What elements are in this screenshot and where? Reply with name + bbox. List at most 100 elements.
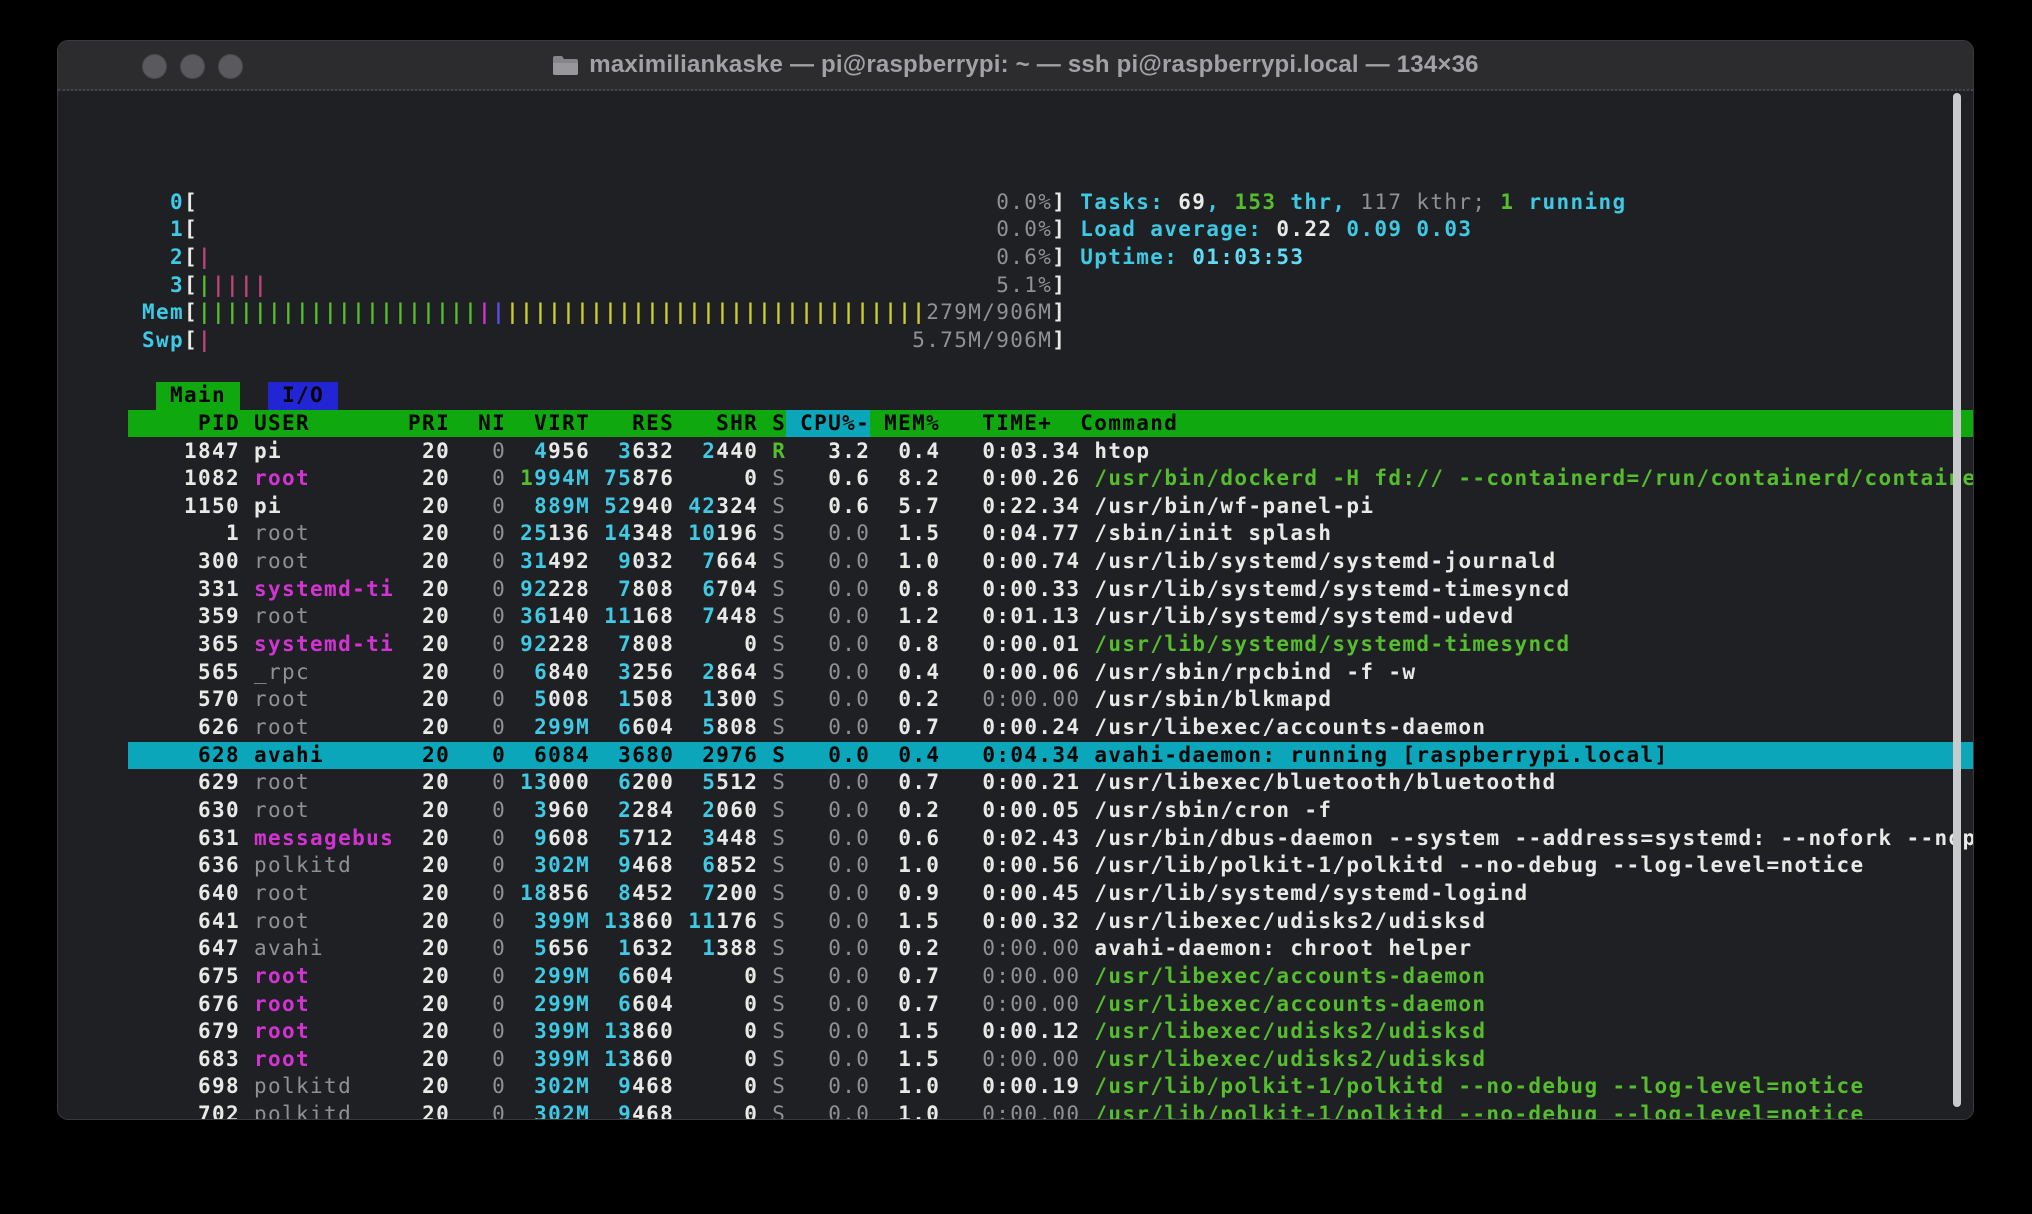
time-cell: 0:00.33 (940, 576, 1080, 604)
process-row[interactable]: 629 root 20 0 13000 6200 5512 S 0.0 0.7 … (142, 769, 1556, 797)
nice-cell: 0 (450, 438, 506, 466)
pad (240, 991, 254, 1019)
process-row[interactable]: 331 systemd-ti 20 0 92228 7808 6704 S 0.… (142, 576, 1570, 604)
time-cell: 0:00.00 (940, 1046, 1080, 1074)
tab-io[interactable]: I/O (268, 382, 338, 410)
virt-cell: 228 (548, 631, 590, 659)
process-row[interactable]: 683 root 20 0 399M 13860 0 S 0.0 1.5 0:0… (142, 1046, 1486, 1074)
pid-cell: 565 (142, 659, 240, 687)
minimize-button[interactable] (180, 54, 205, 79)
time-cell: 0:00.06 (940, 659, 1080, 687)
cpu-cell: 0.6 (786, 493, 870, 521)
process-row[interactable]: 565 _rpc 20 0 6840 3256 2864 S 0.0 0.4 0… (142, 659, 1416, 687)
virt-cell: 18 (520, 880, 548, 908)
cpu-cell: 0.0 (786, 880, 870, 908)
process-row[interactable]: 630 root 20 0 3960 2284 2060 S 0.0 0.2 0… (142, 797, 1332, 825)
command-cell: /usr/lib/polkit-1/polkitd --no-debug --l… (1080, 1073, 1864, 1101)
meter-value: 279M/906M (926, 299, 1052, 327)
user-cell: polkitd (254, 1073, 394, 1101)
close-button[interactable] (142, 54, 167, 79)
window-titlebar[interactable]: maximiliankaske — pi@raspberrypi: ~ — ss… (58, 41, 1973, 91)
meter-row: 0[ 0.0%] Tasks: 69, 153 thr, 117 kthr; 1… (142, 189, 1626, 217)
process-row[interactable]: 679 root 20 0 399M 13860 0 S 0.0 1.5 0:0… (142, 1018, 1486, 1046)
pid-cell: 676 (142, 991, 240, 1019)
state-cell: S (772, 852, 786, 880)
process-row[interactable]: 628 avahi 20 0 6084 3680 2976 S 0.0 0.4 … (142, 742, 1669, 770)
pad (674, 908, 688, 936)
user-cell: root (254, 1046, 394, 1074)
zoom-button[interactable] (218, 54, 243, 79)
state-cell: S (772, 1073, 786, 1101)
process-row[interactable]: 1082 root 20 0 1994M 75876 0 S 0.6 8.2 0… (142, 465, 1974, 493)
process-row[interactable]: 365 systemd-ti 20 0 92228 7808 0 S 0.0 0… (142, 631, 1570, 659)
process-row[interactable]: 631 messagebus 20 0 9608 5712 3448 S 0.0… (142, 825, 1974, 853)
pad (240, 520, 254, 548)
nice-cell: 0 (450, 1101, 506, 1120)
command-cell: /usr/bin/dbus-daemon --system --address=… (1080, 825, 1974, 853)
virt-cell: 302M (534, 1073, 590, 1101)
pad (758, 548, 772, 576)
process-row[interactable]: 702 polkitd 20 0 302M 9468 0 S 0.0 1.0 0… (142, 1101, 1865, 1120)
shr-cell: 7 (702, 603, 716, 631)
header-columns[interactable]: MEM% TIME+ Command (870, 410, 1178, 438)
shr-cell: 324 (716, 493, 758, 521)
shr-cell: 448 (716, 825, 758, 853)
terminal-content[interactable]: 0[ 0.0%] Tasks: 69, 153 thr, 117 kthr; 1… (58, 91, 1973, 1119)
process-row[interactable]: 676 root 20 0 299M 6604 0 S 0.0 0.7 0:00… (142, 991, 1486, 1019)
meter-fill (268, 272, 996, 300)
res-cell: 808 (632, 576, 674, 604)
time-cell: 0:00.05 (940, 797, 1080, 825)
user-cell: avahi (254, 935, 394, 963)
info-text: 1 (1500, 189, 1514, 217)
process-row[interactable]: 640 root 20 0 18856 8452 7200 S 0.0 0.9 … (142, 880, 1528, 908)
process-row[interactable]: 698 polkitd 20 0 302M 9468 0 S 0.0 1.0 0… (142, 1073, 1865, 1101)
process-row[interactable]: 570 root 20 0 5008 1508 1300 S 0.0 0.2 0… (142, 686, 1332, 714)
time-cell: 0:00.00 (940, 963, 1080, 991)
process-row[interactable]: 359 root 20 0 36140 11168 7448 S 0.0 1.2… (142, 603, 1514, 631)
pri-cell: 20 (394, 686, 450, 714)
process-row[interactable]: 647 avahi 20 0 5656 1632 1388 S 0.0 0.2 … (142, 935, 1472, 963)
virt-cell: 302M (534, 1101, 590, 1120)
pad (506, 465, 520, 493)
command-cell: avahi-daemon: chroot helper (1080, 935, 1472, 963)
res-cell: 6 (618, 769, 632, 797)
state-cell: S (772, 548, 786, 576)
header-columns[interactable]: PID USER PRI NI VIRT RES SHR S (142, 410, 786, 438)
pri-cell: 20 (394, 631, 450, 659)
command-cell: /usr/libexec/accounts-daemon (1080, 714, 1486, 742)
process-row[interactable]: 626 root 20 0 299M 6604 5808 S 0.0 0.7 0… (142, 714, 1486, 742)
pad (674, 686, 702, 714)
shr-cell: 388 (716, 935, 758, 963)
tab-main[interactable]: Main (156, 382, 240, 410)
mem-cell: 1.0 (870, 1073, 940, 1101)
shr-cell: 10 (688, 520, 716, 548)
shr-cell: 196 (716, 520, 758, 548)
pid-cell: 300 (142, 548, 240, 576)
shr-cell: 440 (716, 438, 758, 466)
process-row[interactable]: 1847 pi 20 0 4956 3632 2440 R 3.2 0.4 0:… (142, 438, 1150, 466)
cpu-cell: 0.0 (786, 935, 870, 963)
scrollbar[interactable] (1953, 93, 1961, 1107)
process-row[interactable]: 641 root 20 0 399M 13860 11176 S 0.0 1.5… (142, 908, 1486, 936)
shr-cell: 5 (702, 769, 716, 797)
pad (758, 686, 772, 714)
process-row[interactable]: 1 root 20 0 25136 14348 10196 S 0.0 1.5 … (142, 520, 1332, 548)
shr-cell: 176 (716, 908, 758, 936)
command-cell: /usr/lib/systemd/systemd-timesyncd (1080, 576, 1570, 604)
meter-bracket: ] (1052, 327, 1066, 355)
process-row[interactable]: 300 root 20 0 31492 9032 7664 S 0.0 1.0 … (142, 548, 1556, 576)
cpu-cell: 0.0 (786, 769, 870, 797)
time-cell: 0:00.00 (940, 686, 1080, 714)
virt-cell: 956 (548, 438, 590, 466)
screen-tabs: Main I/O (142, 382, 338, 410)
header-sort-column-cpu[interactable]: CPU%- (786, 410, 870, 438)
pad (674, 963, 744, 991)
process-row[interactable]: 675 root 20 0 299M 6604 0 S 0.0 0.7 0:00… (142, 963, 1486, 991)
command-cell: /usr/libexec/accounts-daemon (1080, 963, 1486, 991)
res-cell: 632 (632, 438, 674, 466)
shr-cell: 0 (744, 1101, 758, 1120)
process-row[interactable]: 636 polkitd 20 0 302M 9468 6852 S 0.0 1.… (142, 852, 1865, 880)
process-row[interactable]: 1150 pi 20 0 889M 52940 42324 S 0.6 5.7 … (142, 493, 1374, 521)
pad (506, 1046, 534, 1074)
nice-cell: 0 (450, 714, 506, 742)
